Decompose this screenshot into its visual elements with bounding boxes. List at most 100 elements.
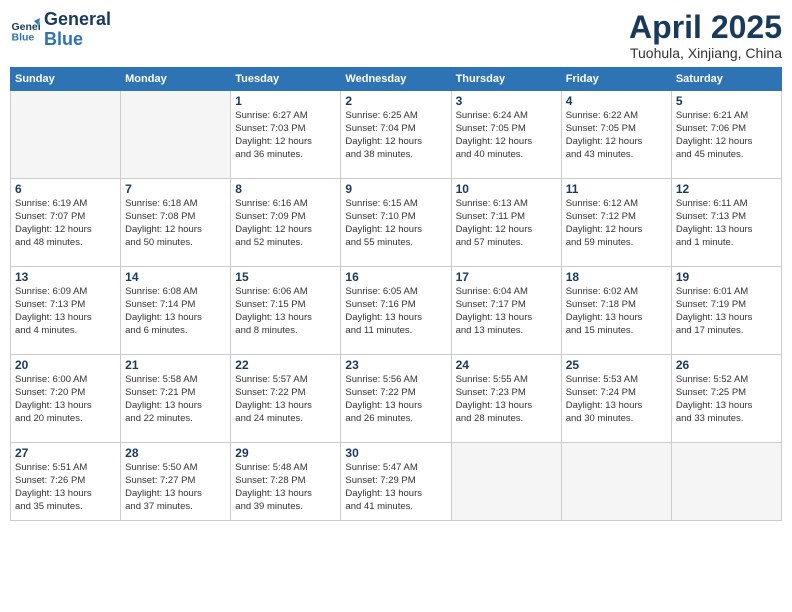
day-number: 17 — [456, 270, 557, 284]
weekday-header-saturday: Saturday — [671, 68, 781, 91]
calendar-week-2: 6Sunrise: 6:19 AM Sunset: 7:07 PM Daylig… — [11, 179, 782, 267]
weekday-header-thursday: Thursday — [451, 68, 561, 91]
calendar-cell: 6Sunrise: 6:19 AM Sunset: 7:07 PM Daylig… — [11, 179, 121, 267]
day-number: 28 — [125, 446, 226, 460]
day-number: 8 — [235, 182, 336, 196]
day-info: Sunrise: 6:00 AM Sunset: 7:20 PM Dayligh… — [15, 374, 116, 425]
day-info: Sunrise: 6:02 AM Sunset: 7:18 PM Dayligh… — [566, 286, 667, 337]
calendar-week-4: 20 Sunrise: 6:00 AM Sunset: 7:20 PM Dayli… — [11, 355, 782, 443]
day-info: Sunrise: 5:47 AM Sunset: 7:29 PM Dayligh… — [345, 462, 446, 513]
calendar-cell — [561, 443, 671, 521]
day-info: Sunrise: 6:01 AM Sunset: 7:19 PM Dayligh… — [676, 286, 777, 337]
weekday-header-row: SundayMondayTuesdayWednesdayThursdayFrid… — [11, 68, 782, 91]
svg-text:Blue: Blue — [12, 31, 35, 43]
calendar-week-1: 1 Sunrise: 6:27 AM Sunset: 7:03 PM Daylig… — [11, 91, 782, 179]
calendar-cell: 18 Sunrise: 6:02 AM Sunset: 7:18 PM Dayli… — [561, 267, 671, 355]
logo-text-general: General — [44, 10, 111, 30]
day-info: Sunrise: 6:04 AM Sunset: 7:17 PM Dayligh… — [456, 286, 557, 337]
calendar-cell: 2 Sunrise: 6:25 AM Sunset: 7:04 PM Daylig… — [341, 91, 451, 179]
calendar-cell: 7 Sunrise: 6:18 AM Sunset: 7:08 PM Daylig… — [121, 179, 231, 267]
day-number: 13 — [15, 270, 116, 284]
calendar-week-3: 13 Sunrise: 6:09 AM Sunset: 7:13 PM Dayli… — [11, 267, 782, 355]
calendar-container: General Blue General Blue April 2025 Tuo… — [0, 0, 792, 612]
day-number: 9 — [345, 182, 446, 196]
day-number: 4 — [566, 94, 667, 108]
day-info: Sunrise: 5:48 AM Sunset: 7:28 PM Dayligh… — [235, 462, 336, 513]
calendar-cell: 22Sunrise: 5:57 AM Sunset: 7:22 PM Dayli… — [231, 355, 341, 443]
day-number: 30 — [345, 446, 446, 460]
day-number: 5 — [676, 94, 777, 108]
day-number: 25 — [566, 358, 667, 372]
calendar-cell: 11 Sunrise: 6:12 AM Sunset: 7:12 PM Dayli… — [561, 179, 671, 267]
calendar-cell: 8Sunrise: 6:16 AM Sunset: 7:09 PM Daylig… — [231, 179, 341, 267]
day-info: Sunrise: 5:55 AM Sunset: 7:23 PM Dayligh… — [456, 374, 557, 425]
day-info: Sunrise: 6:15 AM Sunset: 7:10 PM Dayligh… — [345, 198, 446, 249]
day-info: Sunrise: 5:56 AM Sunset: 7:22 PM Dayligh… — [345, 374, 446, 425]
day-number: 14 — [125, 270, 226, 284]
calendar-cell: 30 Sunrise: 5:47 AM Sunset: 7:29 PM Dayli… — [341, 443, 451, 521]
day-info: Sunrise: 6:12 AM Sunset: 7:12 PM Dayligh… — [566, 198, 667, 249]
calendar-cell: 12 Sunrise: 6:11 AM Sunset: 7:13 PM Dayli… — [671, 179, 781, 267]
calendar-cell: 4 Sunrise: 6:22 AM Sunset: 7:05 PM Daylig… — [561, 91, 671, 179]
calendar-cell: 28 Sunrise: 5:50 AM Sunset: 7:27 PM Dayli… — [121, 443, 231, 521]
calendar-cell: 5Sunrise: 6:21 AM Sunset: 7:06 PM Daylig… — [671, 91, 781, 179]
day-number: 18 — [566, 270, 667, 284]
calendar-cell: 24 Sunrise: 5:55 AM Sunset: 7:23 PM Dayli… — [451, 355, 561, 443]
day-info: Sunrise: 6:22 AM Sunset: 7:05 PM Dayligh… — [566, 110, 667, 161]
logo: General Blue General Blue — [10, 10, 111, 50]
day-number: 10 — [456, 182, 557, 196]
day-number: 27 — [15, 446, 116, 460]
day-number: 3 — [456, 94, 557, 108]
weekday-header-monday: Monday — [121, 68, 231, 91]
day-number: 15 — [235, 270, 336, 284]
day-info: Sunrise: 6:18 AM Sunset: 7:08 PM Dayligh… — [125, 198, 226, 249]
calendar-cell: 21 Sunrise: 5:58 AM Sunset: 7:21 PM Dayli… — [121, 355, 231, 443]
day-info: Sunrise: 6:09 AM Sunset: 7:13 PM Dayligh… — [15, 286, 116, 337]
calendar-cell: 17 Sunrise: 6:04 AM Sunset: 7:17 PM Dayli… — [451, 267, 561, 355]
calendar-cell: 26 Sunrise: 5:52 AM Sunset: 7:25 PM Dayli… — [671, 355, 781, 443]
day-info: Sunrise: 6:27 AM Sunset: 7:03 PM Dayligh… — [235, 110, 336, 161]
day-number: 1 — [235, 94, 336, 108]
calendar-cell — [121, 91, 231, 179]
day-number: 21 — [125, 358, 226, 372]
day-number: 26 — [676, 358, 777, 372]
calendar-cell — [11, 91, 121, 179]
calendar-cell: 13 Sunrise: 6:09 AM Sunset: 7:13 PM Dayli… — [11, 267, 121, 355]
day-info: Sunrise: 6:11 AM Sunset: 7:13 PM Dayligh… — [676, 198, 777, 249]
day-number: 20 — [15, 358, 116, 372]
day-number: 24 — [456, 358, 557, 372]
day-info: Sunrise: 5:58 AM Sunset: 7:21 PM Dayligh… — [125, 374, 226, 425]
calendar-cell — [671, 443, 781, 521]
day-info: Sunrise: 6:25 AM Sunset: 7:04 PM Dayligh… — [345, 110, 446, 161]
day-number: 2 — [345, 94, 446, 108]
day-info: Sunrise: 5:57 AM Sunset: 7:22 PM Dayligh… — [235, 374, 336, 425]
calendar-cell: 16Sunrise: 6:05 AM Sunset: 7:16 PM Dayli… — [341, 267, 451, 355]
day-info: Sunrise: 5:51 AM Sunset: 7:26 PM Dayligh… — [15, 462, 116, 513]
location: Tuohula, Xinjiang, China — [629, 45, 782, 61]
title-block: April 2025 Tuohula, Xinjiang, China — [629, 10, 782, 61]
calendar-week-5: 27 Sunrise: 5:51 AM Sunset: 7:26 PM Dayli… — [11, 443, 782, 521]
day-info: Sunrise: 6:08 AM Sunset: 7:14 PM Dayligh… — [125, 286, 226, 337]
day-number: 11 — [566, 182, 667, 196]
calendar-cell: 20 Sunrise: 6:00 AM Sunset: 7:20 PM Dayli… — [11, 355, 121, 443]
calendar-cell: 27 Sunrise: 5:51 AM Sunset: 7:26 PM Dayli… — [11, 443, 121, 521]
calendar-header: General Blue General Blue April 2025 Tuo… — [10, 10, 782, 61]
day-info: Sunrise: 6:06 AM Sunset: 7:15 PM Dayligh… — [235, 286, 336, 337]
day-number: 29 — [235, 446, 336, 460]
calendar-cell: 19 Sunrise: 6:01 AM Sunset: 7:19 PM Dayli… — [671, 267, 781, 355]
day-number: 7 — [125, 182, 226, 196]
calendar-cell: 29 Sunrise: 5:48 AM Sunset: 7:28 PM Dayli… — [231, 443, 341, 521]
calendar-table: SundayMondayTuesdayWednesdayThursdayFrid… — [10, 67, 782, 521]
day-info: Sunrise: 5:50 AM Sunset: 7:27 PM Dayligh… — [125, 462, 226, 513]
day-number: 12 — [676, 182, 777, 196]
weekday-header-wednesday: Wednesday — [341, 68, 451, 91]
day-info: Sunrise: 5:52 AM Sunset: 7:25 PM Dayligh… — [676, 374, 777, 425]
day-info: Sunrise: 6:13 AM Sunset: 7:11 PM Dayligh… — [456, 198, 557, 249]
calendar-cell: 1 Sunrise: 6:27 AM Sunset: 7:03 PM Daylig… — [231, 91, 341, 179]
calendar-cell: 14 Sunrise: 6:08 AM Sunset: 7:14 PM Dayli… — [121, 267, 231, 355]
calendar-cell: 10 Sunrise: 6:13 AM Sunset: 7:11 PM Dayli… — [451, 179, 561, 267]
day-number: 19 — [676, 270, 777, 284]
weekday-header-tuesday: Tuesday — [231, 68, 341, 91]
day-info: Sunrise: 6:24 AM Sunset: 7:05 PM Dayligh… — [456, 110, 557, 161]
weekday-header-sunday: Sunday — [11, 68, 121, 91]
